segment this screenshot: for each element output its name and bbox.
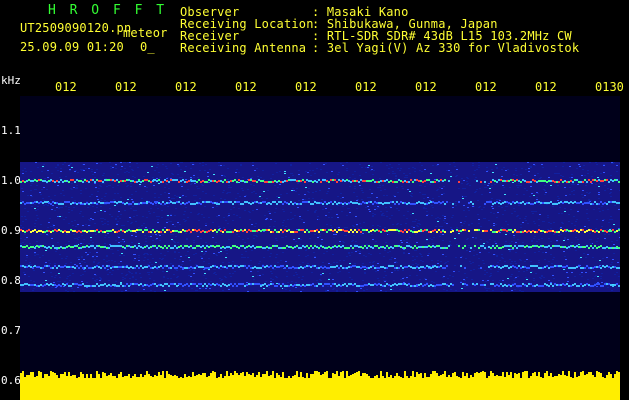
antenna-label: Receiving Antenna: [180, 41, 307, 55]
time-tick: 012: [535, 80, 557, 94]
spectrogram-canvas: [20, 96, 620, 400]
time-tick: 012: [55, 80, 77, 94]
time-tick: 012: [235, 80, 257, 94]
time-tick: 012: [175, 80, 197, 94]
freq-label: 1.1: [1, 124, 21, 137]
antenna-value: : 3el Yagi(V) Az 330 for Vladivostok: [312, 41, 580, 55]
meteor-label: meteor: [123, 26, 168, 40]
time-tick: 012: [295, 80, 317, 94]
meteor-count: 0_: [140, 40, 155, 54]
freq-label: 0.7: [1, 324, 21, 337]
file-name: UT2509090120.pn: [20, 21, 132, 35]
time-tick: 0130: [595, 80, 624, 94]
time-tick: 012: [115, 80, 137, 94]
spectrogram-plot: [20, 96, 620, 400]
freq-label: 0.9: [1, 224, 21, 237]
unit-label: kHz: [1, 74, 21, 87]
date-time: 25.09.09 01:20: [20, 40, 124, 54]
freq-label: 1.0: [1, 174, 21, 187]
freq-label: 0.8: [1, 274, 21, 287]
time-tick: 012: [355, 80, 377, 94]
station-name: H R O F F T: [48, 3, 168, 18]
time-tick: 012: [415, 80, 437, 94]
freq-label: 0.6: [1, 374, 21, 387]
time-tick: 012: [475, 80, 497, 94]
